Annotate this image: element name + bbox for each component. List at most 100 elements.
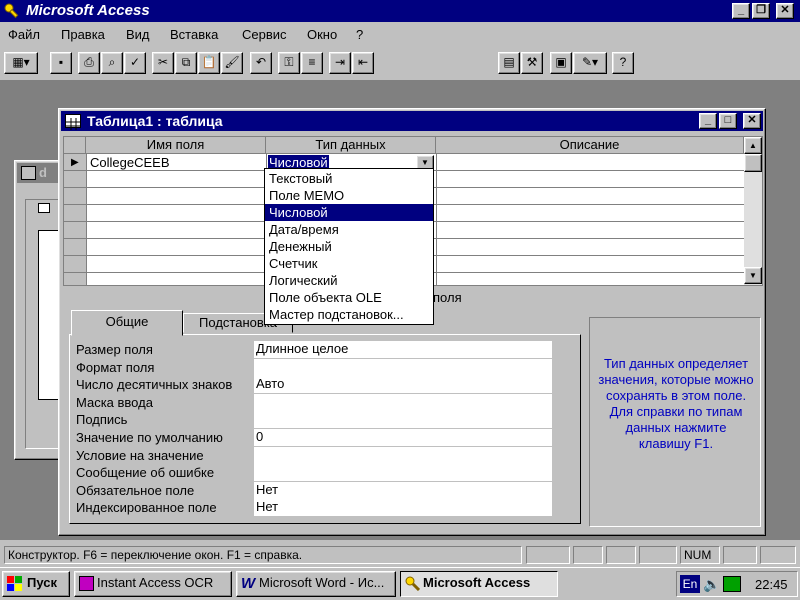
insert-rows-icon[interactable]: ⇥ (329, 52, 351, 74)
new-object-icon[interactable]: ✎▾ (573, 52, 607, 74)
table-minimize-button[interactable]: _ (699, 113, 717, 129)
menu-file[interactable]: Файл (8, 27, 40, 42)
scheduler-icon[interactable] (723, 576, 741, 592)
print-preview-icon[interactable]: ⌕ (101, 52, 123, 74)
field-name-cell[interactable]: CollegeCEEB (90, 155, 170, 170)
taskbar-button-ocr[interactable]: Instant Access OCR (74, 571, 232, 597)
access-key-icon[interactable] (4, 3, 20, 19)
restore-button[interactable]: ❐ (752, 3, 770, 19)
column-header-description[interactable]: Описание (436, 137, 744, 154)
tables-tab-icon[interactable] (38, 203, 50, 213)
cut-icon[interactable]: ✂ (152, 52, 174, 74)
dropdown-option[interactable]: Поле объекта OLE (265, 289, 433, 306)
start-button[interactable]: Пуск (2, 571, 70, 597)
menu-view[interactable]: Вид (126, 27, 150, 42)
property-value[interactable]: Авто (254, 376, 552, 394)
primary-key-icon[interactable]: ⚿ (278, 52, 300, 74)
close-button[interactable]: ✕ (776, 3, 794, 19)
taskbar-button-word[interactable]: W Microsoft Word - Ис... (236, 571, 396, 597)
copy-icon[interactable]: ⧉ (175, 52, 197, 74)
column-header-data-type[interactable]: Тип данных (266, 137, 436, 154)
status-slot (723, 546, 757, 564)
database-window-titlebar[interactable]: d (17, 163, 61, 183)
indexes-icon[interactable]: ≡ (301, 52, 323, 74)
property-row[interactable]: Маска ввода (76, 393, 552, 412)
dropdown-option[interactable]: Логический (265, 272, 433, 289)
app-title-bar[interactable]: Microsoft Access _ ❐ ✕ (0, 0, 800, 22)
menu-window[interactable]: Окно (307, 27, 337, 42)
help-text: Тип данных определяет значения, которые … (598, 356, 754, 451)
menu-tools[interactable]: Сервис (242, 27, 287, 42)
property-value[interactable] (254, 446, 552, 464)
status-slot (573, 546, 603, 564)
database-window[interactable]: d (14, 160, 68, 460)
view-button[interactable]: ▦▾ (4, 52, 38, 74)
minimize-button[interactable]: _ (732, 3, 750, 19)
property-row[interactable]: Сообщение об ошибке (76, 464, 552, 482)
property-value[interactable] (254, 464, 552, 482)
properties-icon[interactable]: ▤ (498, 52, 520, 74)
property-row[interactable]: Формат поля (76, 358, 552, 377)
property-value[interactable]: 0 (254, 429, 552, 446)
property-value[interactable]: Нет (254, 499, 552, 517)
scroll-down-button[interactable]: ▼ (744, 267, 762, 284)
menu-edit[interactable]: Правка (61, 27, 105, 42)
dropdown-option[interactable]: Денежный (265, 238, 433, 255)
property-row[interactable]: Индексированное поле Нет (76, 499, 552, 517)
property-label: Сообщение об ошибке (76, 465, 215, 481)
menu-insert[interactable]: Вставка (170, 27, 218, 42)
grid-scrollbar[interactable]: ▲ ▼ (744, 137, 762, 285)
database-window-icon[interactable]: ▣ (550, 52, 572, 74)
dropdown-option[interactable]: Числовой (265, 204, 433, 221)
speaker-icon[interactable]: 🔈 (703, 576, 720, 593)
menu-help[interactable]: ? (356, 27, 363, 42)
access-key-icon (405, 576, 421, 592)
property-row[interactable]: Число десятичных знаков Авто (76, 376, 552, 394)
column-header-field-name[interactable]: Имя поля (86, 137, 266, 154)
property-row[interactable]: Подпись (76, 411, 552, 429)
print-icon[interactable]: ⎙ (78, 52, 100, 74)
scroll-up-button[interactable]: ▲ (744, 137, 762, 154)
taskbar-button-access[interactable]: Microsoft Access (400, 571, 558, 597)
data-type-dropdown[interactable]: Текстовый Поле MEMO Числовой Дата/время Дене… (264, 168, 434, 325)
language-indicator[interactable]: En (680, 575, 700, 593)
help-panel: Тип данных определяет значения, которые … (589, 317, 761, 527)
row-selector-header (64, 137, 86, 154)
table-window-titlebar[interactable]: Таблица1 : таблица _ □ ✕ (61, 111, 763, 131)
delete-rows-icon[interactable]: ⇤ (352, 52, 374, 74)
property-row[interactable]: Размер поля Длинное целое (76, 341, 552, 359)
dropdown-options: Текстовый Поле MEMO Числовой Дата/время Дене… (265, 170, 433, 323)
dropdown-option[interactable]: Дата/время (265, 221, 433, 238)
property-label: Обязательное поле (76, 482, 195, 498)
column-divider (86, 154, 87, 285)
property-value[interactable] (254, 358, 552, 376)
undo-icon[interactable]: ↶ (250, 52, 272, 74)
save-icon[interactable]: ▪ (50, 52, 72, 74)
spelling-icon[interactable]: ✓ (124, 52, 146, 74)
table-close-button[interactable]: ✕ (743, 113, 761, 129)
scroll-thumb[interactable] (744, 154, 762, 172)
property-row[interactable]: Обязательное поле Нет (76, 481, 552, 500)
property-row[interactable]: Условие на значение (76, 446, 552, 465)
dropdown-option[interactable]: Текстовый (265, 170, 433, 187)
property-row[interactable]: Значение по умолчанию 0 (76, 429, 552, 447)
status-slot (526, 546, 570, 564)
dropdown-option[interactable]: Поле MEMO (265, 187, 433, 204)
dropdown-option[interactable]: Счетчик (265, 255, 433, 272)
property-label: Индексированное поле (76, 500, 217, 516)
tab-general[interactable]: Общие (71, 310, 183, 336)
paste-icon[interactable]: 📋 (198, 52, 220, 74)
dropdown-option[interactable]: Мастер подстановок... (265, 306, 433, 323)
property-value[interactable] (254, 411, 552, 429)
format-painter-icon[interactable]: 🖌 (221, 52, 243, 74)
help-pointer-icon[interactable]: ? (612, 52, 634, 74)
status-slot (639, 546, 677, 564)
property-sheet: Размер поля Длинное целое Формат поля Число… (69, 334, 581, 524)
table-maximize-button[interactable]: □ (719, 113, 737, 129)
property-value[interactable] (254, 393, 552, 411)
property-value[interactable]: Нет (254, 481, 552, 499)
build-icon[interactable]: ⚒ (521, 52, 543, 74)
status-slot (606, 546, 636, 564)
property-label: Размер поля (76, 342, 153, 357)
property-value[interactable]: Длинное целое (254, 341, 552, 358)
